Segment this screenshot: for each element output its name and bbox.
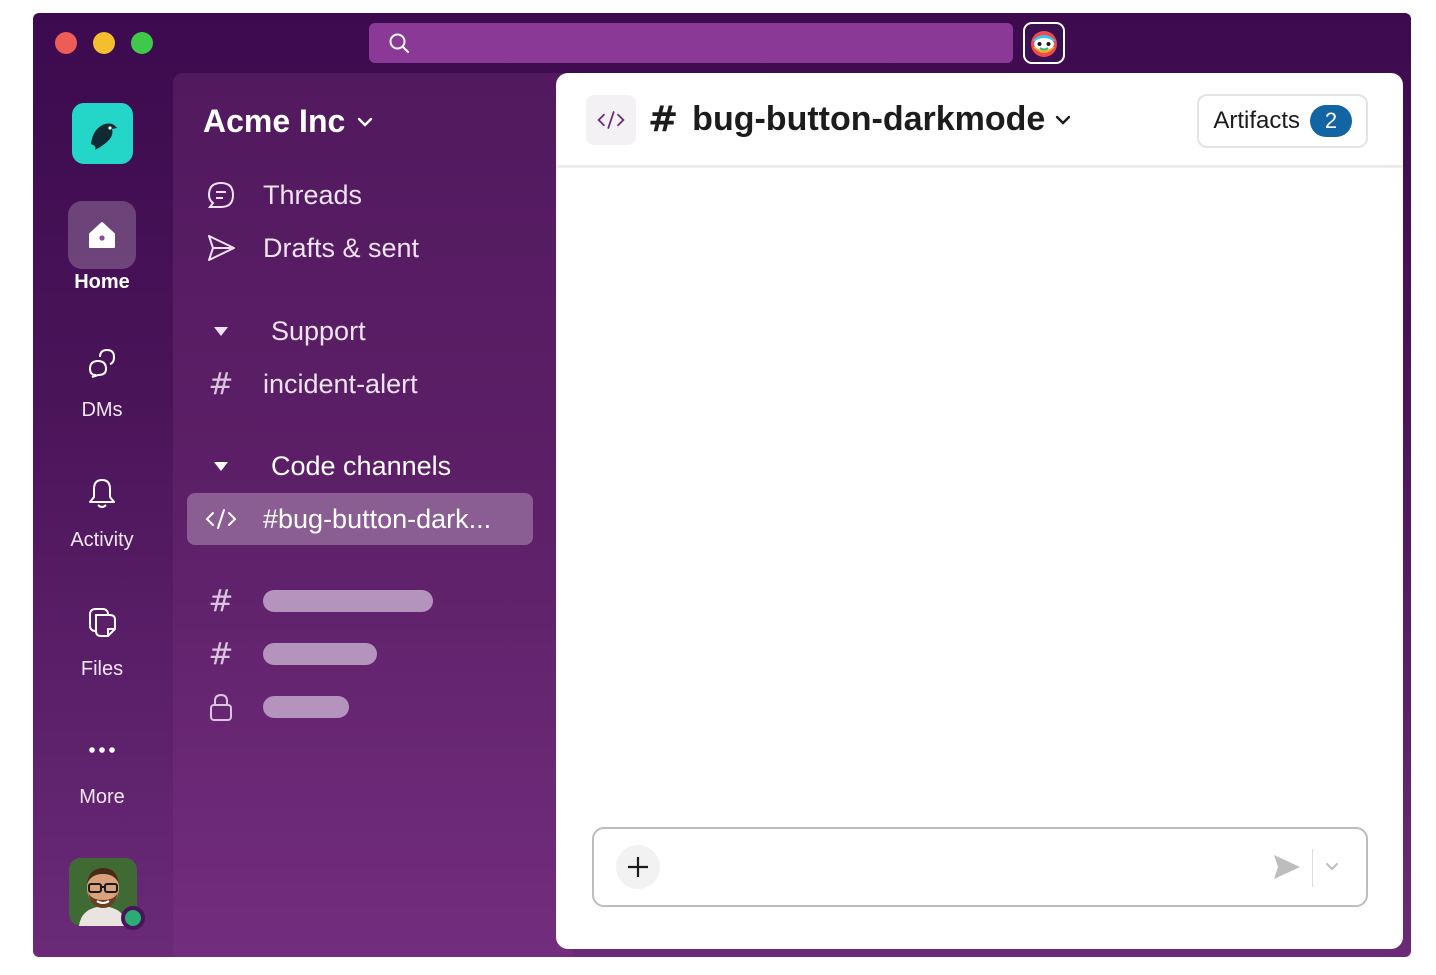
maximize-window-button[interactable] bbox=[131, 32, 153, 54]
rail-label-dms: DMs bbox=[81, 399, 123, 421]
composer-divider bbox=[1312, 849, 1313, 887]
close-window-button[interactable] bbox=[55, 32, 77, 54]
section-label: Support bbox=[271, 315, 366, 346]
workspace-name-button[interactable]: Acme Inc bbox=[203, 103, 375, 140]
lock-icon bbox=[197, 692, 245, 722]
channel-name-placeholder bbox=[263, 643, 377, 665]
hash-icon: # bbox=[208, 583, 234, 619]
hash-icon: # bbox=[208, 366, 234, 402]
channel-pane: # bug-button-darkmode Artifacts 2 bbox=[556, 73, 1403, 949]
sidebar-item-incident-alert[interactable]: # incident-alert bbox=[187, 358, 533, 410]
rail-item-home[interactable]: Home bbox=[54, 201, 150, 294]
add-attachment-button[interactable] bbox=[616, 845, 660, 889]
app-assistant-logo[interactable] bbox=[1023, 22, 1065, 64]
sidebar-item-placeholder[interactable]: # bbox=[187, 575, 533, 627]
code-icon bbox=[197, 507, 245, 531]
caret-down-icon bbox=[197, 460, 245, 472]
plus-icon bbox=[628, 857, 648, 877]
sidebar-item-label: Threads bbox=[263, 179, 363, 210]
sidebar-item-label: Drafts & sent bbox=[263, 232, 420, 263]
minimize-window-button[interactable] bbox=[93, 32, 115, 54]
dms-icon bbox=[68, 329, 136, 397]
sidebar-item-placeholder[interactable]: # bbox=[187, 628, 533, 680]
send-options-button[interactable] bbox=[1324, 859, 1340, 878]
rail-item-more[interactable]: More bbox=[54, 716, 150, 809]
app-window: Home DMs Activity Files More Acme Inc Th… bbox=[33, 13, 1411, 957]
assistant-face-icon bbox=[1031, 31, 1057, 57]
chevron-down-icon bbox=[358, 117, 373, 127]
channel-name: bug-button-darkmode bbox=[692, 100, 1046, 138]
channel-type-code-icon[interactable] bbox=[586, 95, 636, 145]
section-label: Code channels bbox=[271, 450, 452, 481]
rail-item-dms[interactable]: DMs bbox=[54, 329, 150, 422]
hash-icon: # bbox=[648, 99, 679, 140]
chevron-down-icon bbox=[1326, 863, 1338, 871]
workspace-name: Acme Inc bbox=[203, 103, 346, 139]
rail-item-activity[interactable]: Activity bbox=[54, 459, 150, 552]
rail-label-files: Files bbox=[80, 658, 124, 680]
hash-icon: # bbox=[208, 636, 234, 672]
section-header-code-channels[interactable]: Code channels bbox=[187, 440, 533, 492]
threads-icon bbox=[197, 179, 245, 211]
channel-header: # bug-button-darkmode Artifacts 2 bbox=[556, 73, 1403, 168]
files-icon bbox=[68, 588, 136, 656]
bird-logo-icon bbox=[90, 123, 117, 150]
workspace-logo[interactable] bbox=[72, 103, 133, 164]
channel-title-button[interactable]: # bug-button-darkmode bbox=[648, 99, 1073, 140]
bell-icon bbox=[68, 459, 136, 527]
channel-name-placeholder bbox=[263, 696, 349, 718]
sidebar-item-drafts-sent[interactable]: Drafts & sent bbox=[187, 222, 533, 274]
send-button[interactable] bbox=[1272, 853, 1302, 885]
artifacts-label: Artifacts bbox=[1213, 107, 1300, 134]
rail-item-files[interactable]: Files bbox=[54, 588, 150, 681]
chevron-down-icon bbox=[1056, 115, 1071, 125]
caret-down-icon bbox=[197, 325, 245, 337]
channel-label: incident-alert bbox=[263, 368, 418, 399]
rail-label-more: More bbox=[79, 786, 125, 808]
section-header-support[interactable]: Support bbox=[187, 305, 533, 357]
send-icon bbox=[197, 232, 245, 264]
send-icon bbox=[1274, 855, 1300, 879]
channel-sidebar: Acme Inc Threads Drafts & sent Support #… bbox=[173, 73, 573, 957]
artifacts-count-badge: 2 bbox=[1310, 105, 1352, 137]
channel-name-placeholder bbox=[263, 590, 433, 612]
search-icon bbox=[389, 33, 409, 53]
presence-status-icon bbox=[121, 906, 145, 930]
sidebar-item-threads[interactable]: Threads bbox=[187, 169, 533, 221]
rail-label-activity: Activity bbox=[70, 529, 134, 551]
more-icon bbox=[68, 716, 136, 784]
home-icon bbox=[68, 201, 136, 269]
sidebar-item-bug-button-darkmode[interactable]: #bug-button-dark... bbox=[187, 493, 533, 545]
search-bar[interactable] bbox=[369, 23, 1013, 63]
artifacts-button[interactable]: Artifacts 2 bbox=[1197, 94, 1368, 148]
message-composer[interactable] bbox=[592, 827, 1368, 907]
channel-label: #bug-button-dark... bbox=[263, 503, 492, 534]
rail-label-home: Home bbox=[74, 271, 130, 293]
sidebar-item-placeholder[interactable] bbox=[187, 681, 533, 733]
